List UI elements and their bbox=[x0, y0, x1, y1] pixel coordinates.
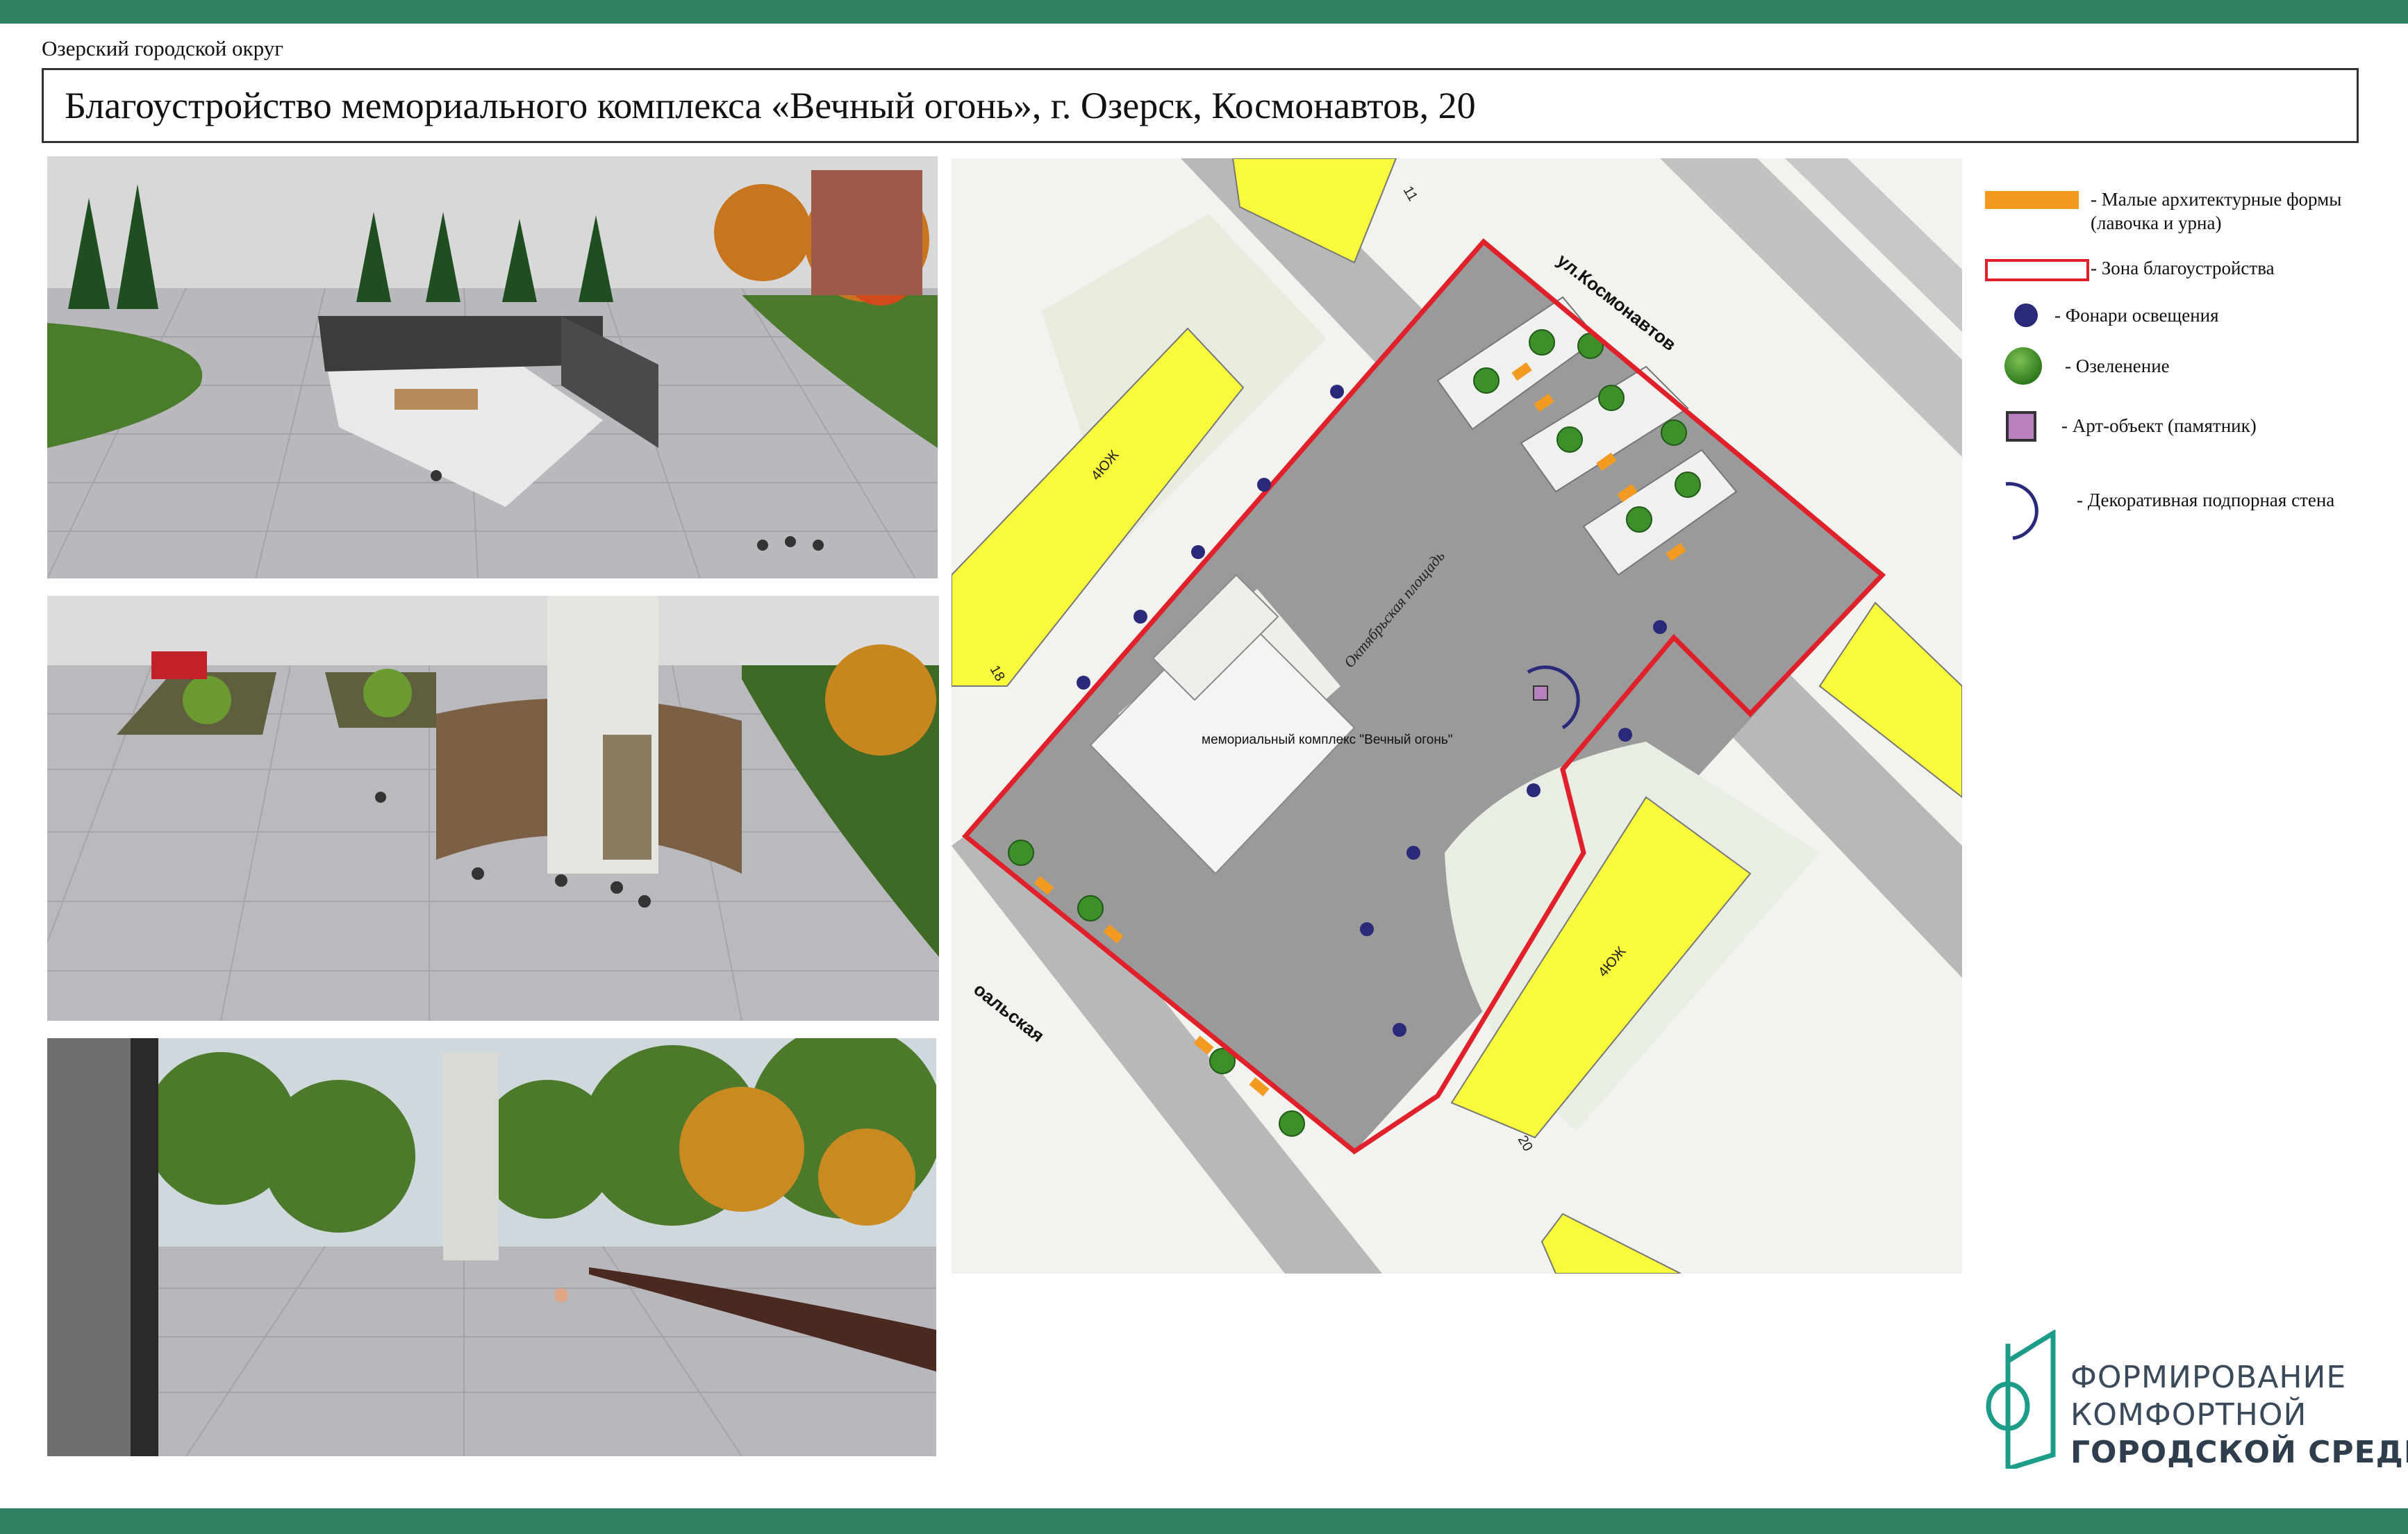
logo-emblem-icon bbox=[1986, 1330, 2056, 1469]
render-monument-view bbox=[47, 596, 939, 1021]
render-perspective-view bbox=[47, 1038, 936, 1456]
site-plan-map: ул.Космонавтов оальская Октябрьская площ… bbox=[952, 158, 1962, 1274]
program-logo: ФОРМИРОВАНИЕ КОМФОРТНОЙ ГОРОДСКОЙ СРЕДЫ bbox=[1977, 1326, 2408, 1479]
arc-wall-icon bbox=[2005, 482, 2039, 540]
district-label: Озерский городской округ bbox=[42, 36, 283, 60]
lamp-dot-icon bbox=[2014, 303, 2038, 327]
orange-bar-icon bbox=[1985, 191, 2079, 209]
render-aerial-view bbox=[47, 156, 938, 578]
title-box: Благоустройство мемориального комплекса … bbox=[42, 68, 2359, 143]
logo-line-3: ГОРОДСКОЙ СРЕДЫ bbox=[2070, 1435, 2408, 1470]
logo-line-2: КОМФОРТНОЙ bbox=[2070, 1397, 2307, 1433]
map-legend: - Малые архитектурные формы (лавочка и у… bbox=[1985, 177, 2374, 552]
top-frame-bar bbox=[0, 0, 2408, 24]
bottom-frame-bar bbox=[0, 1508, 2408, 1534]
monument-square-icon bbox=[2006, 411, 2036, 442]
red-outline-icon bbox=[1985, 259, 2089, 281]
logo-line-1: ФОРМИРОВАНИЕ bbox=[2070, 1360, 2347, 1395]
tree-icon bbox=[2004, 347, 2042, 385]
memorial-label: мемориальный комплекс "Вечный огонь" bbox=[1202, 733, 1453, 747]
page-title: Благоустройство мемориального комплекса … bbox=[65, 85, 1476, 126]
